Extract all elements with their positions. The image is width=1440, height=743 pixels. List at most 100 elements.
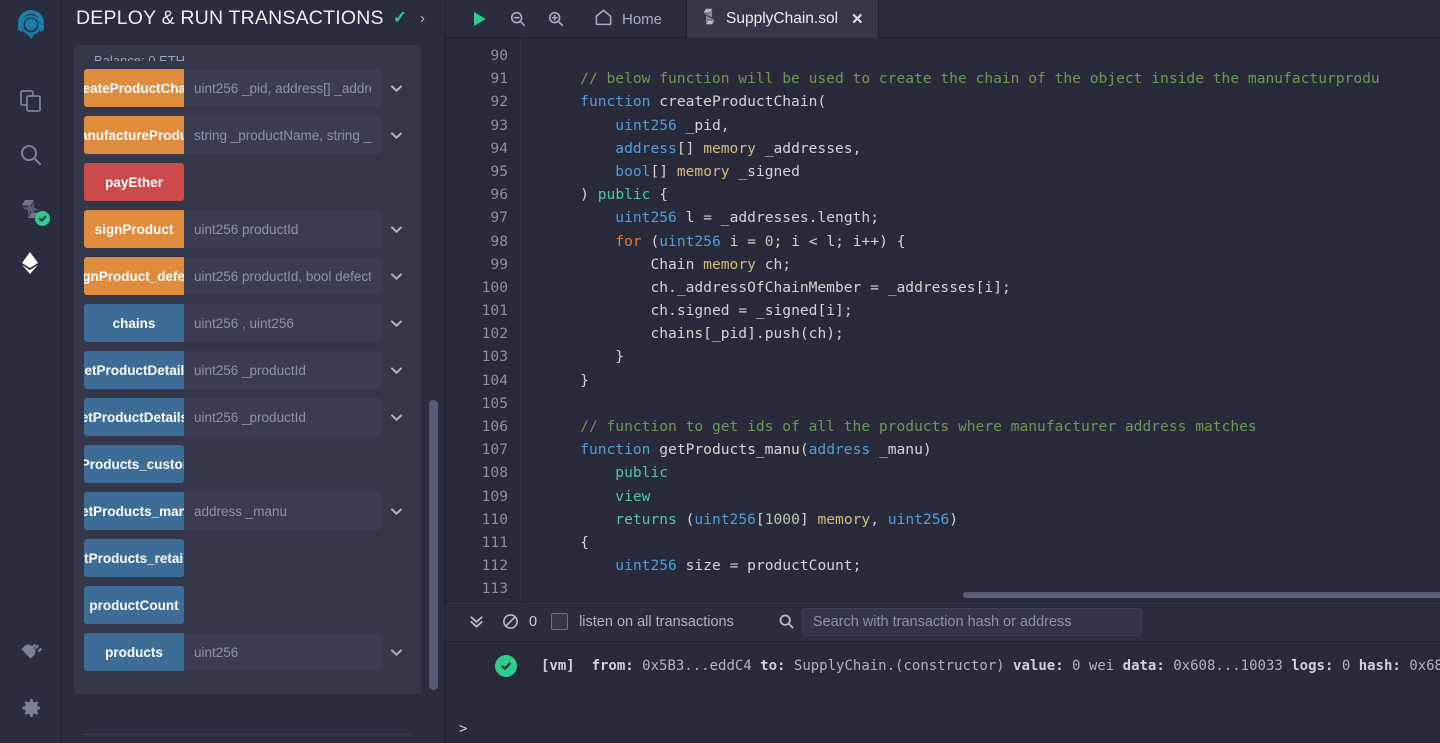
- code-editor[interactable]: 90 91 92 93 94 95 96 97 98 99 100 101 102 103 104 105 10…: [445, 38, 1440, 601]
- editor-tabbar: Home SupplyChain.sol ✕: [445, 0, 1440, 38]
- sidebar-item-deploy-and-run[interactable]: [0, 236, 62, 290]
- code-line[interactable]: uint256[1000] memory ps;: [545, 600, 1440, 601]
- function-input-signproduct_defect[interactable]: [184, 257, 381, 295]
- contract-function-row: getProducts_retailer: [84, 539, 411, 577]
- code-line[interactable]: // function to get ids of all the produc…: [545, 415, 1440, 438]
- sidebar-item-settings[interactable]: [0, 681, 62, 735]
- function-button-getproducts_customer[interactable]: getProducts_customer: [84, 445, 184, 483]
- code-line[interactable]: Chain memory ch;: [545, 253, 1440, 276]
- code-line[interactable]: returns (uint256[1000] memory, uint256): [545, 508, 1440, 531]
- code-line[interactable]: function createProductChain(: [545, 90, 1440, 113]
- check-icon: ✓: [392, 8, 407, 27]
- chevron-down-icon[interactable]: [381, 398, 411, 436]
- terminal-log: [vm] from: 0x5B3...eddC4 to: SupplyChain…: [445, 642, 1440, 743]
- panel-scrollbar[interactable]: [429, 400, 438, 690]
- terminal-panel: 0 listen on all transactions Search with…: [445, 601, 1440, 743]
- chevron-down-icon[interactable]: [381, 304, 411, 342]
- function-input-getproducts_manu[interactable]: [184, 492, 381, 530]
- sidebar-item-search-in-files[interactable]: [0, 128, 62, 182]
- code-line[interactable]: // below function will be used to create…: [545, 67, 1440, 90]
- listen-on-all-transactions-checkbox[interactable]: [551, 613, 569, 630]
- function-button-getproductdetails2[interactable]: getProductDetails2: [84, 398, 184, 436]
- function-button-productcount[interactable]: productCount: [84, 586, 184, 624]
- line-number: 93: [490, 116, 508, 134]
- sidebar-item-plugin-manager[interactable]: [0, 627, 62, 681]
- function-input-getproductdetails[interactable]: [184, 351, 381, 389]
- function-button-signproduct_defect[interactable]: signProduct_defect: [84, 257, 184, 295]
- line-number: 99: [490, 255, 508, 273]
- code-content[interactable]: // below function will be used to create…: [521, 38, 1440, 601]
- line-number: 100: [481, 278, 508, 296]
- line-number: 90: [490, 47, 508, 64]
- tab-supplychain-sol[interactable]: SupplyChain.sol ✕: [686, 0, 879, 38]
- function-input-getproductdetails2[interactable]: [184, 398, 381, 436]
- code-line[interactable]: address[] memory _addresses,: [545, 137, 1440, 160]
- sidebar-item-file-explorers[interactable]: [0, 74, 62, 128]
- code-line[interactable]: bool[] memory _signed: [545, 160, 1440, 183]
- code-line[interactable]: [545, 44, 1440, 67]
- code-line[interactable]: uint256 _pid,: [545, 114, 1440, 137]
- line-number-gutter: 90 91 92 93 94 95 96 97 98 99 100 101 102 103 104 105 10…: [445, 38, 521, 601]
- contract-balance: Balance: 0 ETH: [94, 53, 186, 61]
- play-icon[interactable]: [461, 0, 499, 38]
- code-line[interactable]: }: [545, 369, 1440, 392]
- chevron-down-icon[interactable]: [381, 116, 411, 154]
- solidity-file-icon: [701, 8, 717, 30]
- code-line[interactable]: uint256 size = productCount;: [545, 554, 1440, 577]
- function-input-signproduct[interactable]: [184, 210, 381, 248]
- sidebar-item-solidity-compiler[interactable]: [0, 182, 62, 236]
- function-input-createproductchain[interactable]: [184, 69, 381, 107]
- chevron-down-icon[interactable]: [381, 351, 411, 389]
- code-line[interactable]: ch._addressOfChainMember = _addresses[i]…: [545, 276, 1440, 299]
- code-line[interactable]: chains[_pid].push(ch);: [545, 322, 1440, 345]
- chevron-down-icon[interactable]: [381, 210, 411, 248]
- chevron-down-icon[interactable]: [381, 69, 411, 107]
- editor-horizontal-scrollbar[interactable]: [963, 592, 1440, 598]
- chevron-right-icon[interactable]: ›: [420, 10, 425, 27]
- search-icon[interactable]: [772, 613, 802, 630]
- code-line[interactable]: function getProducts_manu(address _manu): [545, 438, 1440, 461]
- rail-bottom-icons: [0, 627, 62, 743]
- chevron-down-icon[interactable]: [381, 492, 411, 530]
- close-icon[interactable]: ✕: [851, 10, 864, 28]
- function-button-getproducts_manu[interactable]: getProducts_manu: [84, 492, 184, 530]
- deploy-and-run-panel: DEPLOY & RUN TRANSACTIONS ✓ › Balance: 0…: [62, 0, 445, 743]
- contract-function-row: manufactureProduct: [84, 116, 411, 154]
- search-input[interactable]: [801, 607, 1142, 636]
- clear-console-icon[interactable]: [493, 601, 527, 642]
- chevrons-down-icon[interactable]: [459, 601, 493, 642]
- chevron-down-icon[interactable]: [381, 257, 411, 295]
- remix-logo-icon[interactable]: [0, 0, 62, 52]
- tab-home-label: Home: [622, 10, 663, 28]
- chevron-down-icon[interactable]: [381, 633, 411, 671]
- code-line[interactable]: }: [545, 345, 1440, 368]
- function-input-manufactureproduct[interactable]: [184, 116, 381, 154]
- line-number: 96: [490, 186, 508, 204]
- function-button-manufactureproduct[interactable]: manufactureProduct: [84, 116, 184, 154]
- terminal-log-count: 0: [529, 613, 538, 630]
- terminal-prompt[interactable]: >: [459, 721, 467, 737]
- function-button-signproduct[interactable]: signProduct: [84, 210, 184, 248]
- code-line[interactable]: public: [545, 461, 1440, 484]
- log-entry[interactable]: [vm] from: 0x5B3...eddC4 to: SupplyChain…: [445, 650, 1440, 682]
- code-line[interactable]: ) public {: [545, 183, 1440, 206]
- code-line[interactable]: view: [545, 485, 1440, 508]
- contract-function-row: createProductChain: [84, 69, 411, 107]
- function-input-chains[interactable]: [184, 304, 381, 342]
- function-button-products[interactable]: products: [84, 633, 184, 671]
- function-button-getproducts_retailer[interactable]: getProducts_retailer: [84, 539, 184, 577]
- code-line[interactable]: for (uint256 i = 0; i < l; i++) {: [545, 230, 1440, 253]
- code-line[interactable]: uint256 l = _addresses.length;: [545, 206, 1440, 229]
- zoom-out-icon[interactable]: [499, 0, 537, 38]
- function-input-products[interactable]: [184, 633, 381, 671]
- function-button-createproductchain[interactable]: createProductChain: [84, 69, 184, 107]
- function-button-chains[interactable]: chains: [84, 304, 184, 342]
- code-line[interactable]: ch.signed = _signed[i];: [545, 299, 1440, 322]
- zoom-in-icon[interactable]: [537, 0, 575, 38]
- line-number: 91: [490, 70, 508, 88]
- function-button-payether[interactable]: payEther: [84, 163, 184, 201]
- code-line[interactable]: [545, 392, 1440, 415]
- function-button-getproductdetails[interactable]: getProductDetails: [84, 351, 184, 389]
- tab-home[interactable]: Home: [575, 0, 686, 38]
- code-line[interactable]: {: [545, 531, 1440, 554]
